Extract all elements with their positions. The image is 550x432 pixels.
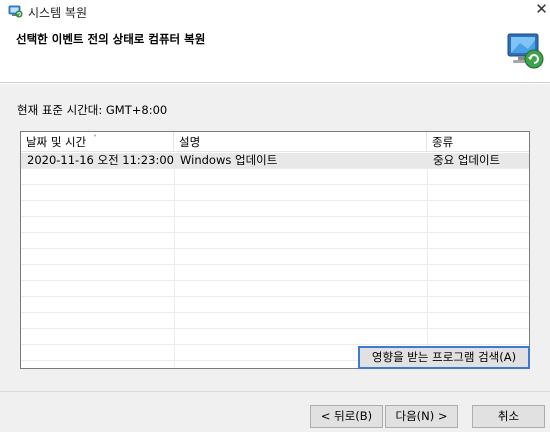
restore-point-list[interactable]: 날짜 및 시간 ˅ 설명 종류 2020-11-16 오전 11:23:00 W…: [20, 131, 530, 369]
wizard-header: 선택한 이벤트 전의 상태로 컴퓨터 복원: [0, 22, 550, 83]
row-date: 2020-11-16 오전 11:23:00: [27, 153, 174, 167]
empty-row: [21, 185, 529, 201]
list-header: 날짜 및 시간 ˅ 설명 종류: [21, 132, 529, 152]
timezone-label: 현재 표준 시간대: GMT+8:00: [17, 103, 168, 117]
column-description-label: 설명: [179, 135, 201, 149]
window-title: 시스템 복원: [28, 6, 88, 20]
system-restore-computer-icon: [507, 33, 544, 69]
page-heading: 선택한 이벤트 전의 상태로 컴퓨터 복원: [16, 32, 206, 46]
next-button[interactable]: 다음(N) >: [385, 405, 458, 428]
column-header-type[interactable]: 종류: [427, 132, 529, 152]
list-rows: 2020-11-16 오전 11:23:00 Windows 업데이트 중요 업…: [21, 153, 529, 361]
empty-row: [21, 281, 529, 297]
back-button[interactable]: < 뒤로(B): [310, 405, 383, 428]
empty-row: [21, 169, 529, 185]
table-row[interactable]: 2020-11-16 오전 11:23:00 Windows 업데이트 중요 업…: [21, 153, 529, 169]
empty-row: [21, 217, 529, 233]
column-date-label: 날짜 및 시간: [26, 135, 87, 149]
content-area: 현재 표준 시간대: GMT+8:00 날짜 및 시간 ˅ 설명 종류 2020…: [0, 84, 550, 391]
empty-row: [21, 297, 529, 313]
row-type: 중요 업데이트: [433, 153, 501, 167]
column-header-date[interactable]: 날짜 및 시간 ˅: [21, 132, 174, 152]
row-description: Windows 업데이트: [180, 153, 278, 167]
empty-row: [21, 265, 529, 281]
sort-arrow-icon: ˅: [93, 134, 97, 143]
scan-affected-programs-button[interactable]: 영향을 받는 프로그램 검색(A): [358, 346, 530, 369]
column-type-label: 종류: [432, 135, 454, 149]
column-header-description[interactable]: 설명: [174, 132, 427, 152]
empty-row: [21, 201, 529, 217]
empty-row: [21, 313, 529, 329]
cancel-button[interactable]: 취소: [472, 405, 545, 428]
wizard-footer: < 뒤로(B) 다음(N) > 취소: [0, 391, 550, 432]
system-restore-icon: [8, 5, 23, 18]
empty-row: [21, 249, 529, 265]
close-icon[interactable]: ✕: [533, 1, 550, 19]
empty-row: [21, 329, 529, 345]
empty-row: [21, 233, 529, 249]
title-bar: 시스템 복원 ✕: [0, 0, 550, 22]
